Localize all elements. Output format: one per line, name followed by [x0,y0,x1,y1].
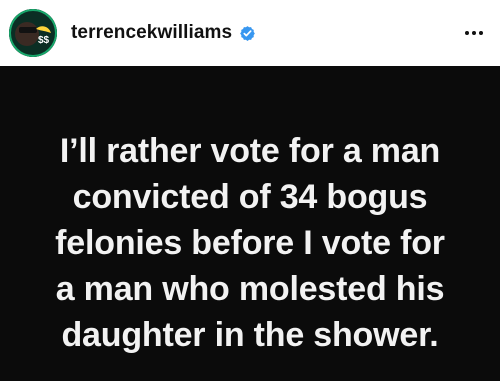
post-text-line: I’ll rather vote for a man [59,132,441,170]
post-image: I’ll rather vote for a man convicted of … [0,66,500,381]
more-options-icon-dot [479,31,483,35]
post-text-line: felonies before I vote for [55,224,445,262]
username[interactable]: terrencekwilliams [71,22,232,44]
post-text-block: I’ll rather vote for a man convicted of … [0,128,500,358]
verified-badge-icon [239,25,256,42]
post-text-line: a man who molested his [55,270,445,308]
post-header: $$ terrencekwilliams [0,0,500,66]
avatar-image: $$ [9,9,57,57]
svg-text:$$: $$ [38,35,50,46]
post-text-line: daughter in the shower. [61,316,439,354]
more-options-icon-dot [465,31,469,35]
profile-avatar[interactable]: $$ [9,9,57,57]
post-text-line: convicted of 34 bogus [72,178,428,216]
instagram-post: $$ terrencekwilliams I’ll rather vote fo… [0,0,500,381]
more-options-button[interactable] [460,20,488,46]
username-row: terrencekwilliams [71,19,256,47]
more-options-icon-dot [472,31,476,35]
